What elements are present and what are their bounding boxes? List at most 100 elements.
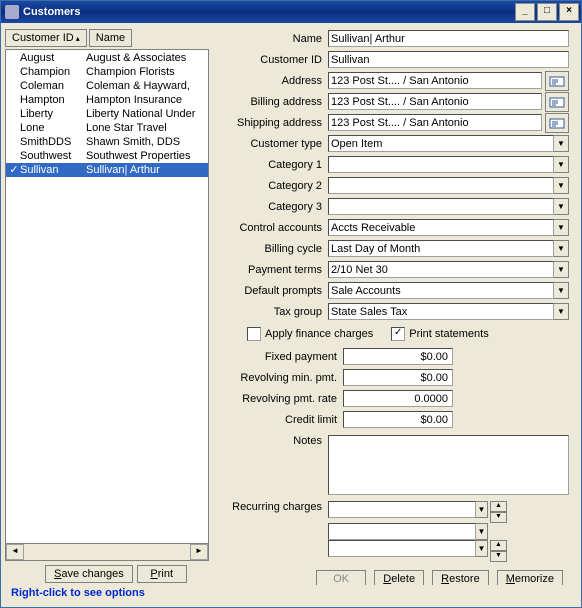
payment-terms-dropdown-icon[interactable]: ▼ <box>554 261 569 278</box>
billing-cycle-input[interactable] <box>328 240 554 257</box>
client-area: Customer ID ▴ Name AugustAugust & Associ… <box>1 23 581 607</box>
recurring-up-button[interactable]: ▲ <box>490 501 507 512</box>
list-item[interactable]: AugustAugust & Associates <box>6 51 208 65</box>
list-name: Champion Florists <box>86 65 206 79</box>
print-list-button[interactable]: Print <box>137 565 187 583</box>
category1-combo[interactable]: ▼ <box>328 156 569 173</box>
list-item[interactable]: ChampionChampion Florists <box>6 65 208 79</box>
billing-detail-button[interactable] <box>545 92 569 112</box>
customer-type-input[interactable] <box>328 135 554 152</box>
recurring-charge-2-combo[interactable]: ▼ <box>328 523 488 540</box>
revolving-rate-field[interactable] <box>343 390 453 407</box>
customer-id-label: Customer ID <box>217 54 328 66</box>
recurring-charge-3-dropdown-icon[interactable]: ▼ <box>476 540 488 557</box>
maximize-button[interactable]: □ <box>537 3 557 21</box>
control-accounts-input[interactable] <box>328 219 554 236</box>
credit-limit-label: Credit limit <box>217 414 343 426</box>
tax-group-dropdown-icon[interactable]: ▼ <box>554 303 569 320</box>
list-item[interactable]: HamptonHampton Insurance <box>6 93 208 107</box>
credit-limit-field[interactable] <box>343 411 453 428</box>
minimize-button[interactable]: _ <box>515 3 535 21</box>
category3-combo[interactable]: ▼ <box>328 198 569 215</box>
recurring-down-button[interactable]: ▼ <box>490 512 507 523</box>
scroll-left-button[interactable]: ◄ <box>6 544 24 560</box>
address-field[interactable] <box>328 72 542 89</box>
billing-cycle-dropdown-icon[interactable]: ▼ <box>554 240 569 257</box>
customer-list-pane: Customer ID ▴ Name AugustAugust & Associ… <box>5 27 209 585</box>
header-customer-id-label: Customer ID <box>12 32 74 44</box>
category2-dropdown-icon[interactable]: ▼ <box>554 177 569 194</box>
header-customer-id[interactable]: Customer ID ▴ <box>5 29 87 47</box>
customers-window: Customers _ □ × Customer ID ▴ Name Augus… <box>0 0 582 608</box>
list-item[interactable]: SouthwestSouthwest Properties <box>6 149 208 163</box>
payment-terms-combo[interactable]: ▼ <box>328 261 569 278</box>
scroll-right-button[interactable]: ► <box>190 544 208 560</box>
recurring-charge-2-input[interactable] <box>328 523 476 540</box>
shipping-address-field[interactable] <box>328 114 542 131</box>
restore-button[interactable]: Restore <box>432 570 489 585</box>
recurring-charge-3-combo[interactable]: ▼ <box>328 540 488 562</box>
checkmark-icon <box>8 79 20 93</box>
revolving-min-field[interactable] <box>343 369 453 386</box>
tax-group-combo[interactable]: ▼ <box>328 303 569 320</box>
category1-input[interactable] <box>328 156 554 173</box>
list-name: Hampton Insurance <box>86 93 206 107</box>
close-button[interactable]: × <box>559 3 579 21</box>
category1-label: Category 1 <box>217 159 328 171</box>
recurring-down2-button[interactable]: ▼ <box>490 551 507 562</box>
billing-address-field[interactable] <box>328 93 542 110</box>
list-item[interactable]: ✓SullivanSullivan| Arthur <box>6 163 208 177</box>
title-bar[interactable]: Customers _ □ × <box>1 1 581 23</box>
notes-field[interactable] <box>328 435 569 495</box>
list-name: Southwest Properties <box>86 149 206 163</box>
default-prompts-dropdown-icon[interactable]: ▼ <box>554 282 569 299</box>
shipping-detail-button[interactable] <box>545 113 569 133</box>
recurring-charge-1-input[interactable] <box>328 501 476 518</box>
list-id: Liberty <box>20 107 86 121</box>
horizontal-scrollbar[interactable]: ◄ ► <box>5 544 209 561</box>
control-accounts-dropdown-icon[interactable]: ▼ <box>554 219 569 236</box>
delete-button[interactable]: Delete <box>374 570 424 585</box>
checkmark-icon <box>8 51 20 65</box>
ok-button[interactable]: OK <box>316 570 366 585</box>
category1-dropdown-icon[interactable]: ▼ <box>554 156 569 173</box>
customer-list[interactable]: AugustAugust & AssociatesChampionChampio… <box>5 49 209 544</box>
tax-group-input[interactable] <box>328 303 554 320</box>
recurring-up2-button[interactable]: ▲ <box>490 540 507 551</box>
billing-cycle-combo[interactable]: ▼ <box>328 240 569 257</box>
category2-input[interactable] <box>328 177 554 194</box>
name-field[interactable] <box>328 30 569 47</box>
list-item[interactable]: ColemanColeman & Hayward, <box>6 79 208 93</box>
fixed-payment-label: Fixed payment <box>217 351 343 363</box>
list-item[interactable] <box>6 177 208 191</box>
recurring-charge-3-input[interactable] <box>328 540 476 557</box>
recurring-charge-2-dropdown-icon[interactable]: ▼ <box>476 523 488 540</box>
list-item[interactable]: SmithDDSShawn Smith, DDS <box>6 135 208 149</box>
customer-type-label: Customer type <box>217 138 328 150</box>
memorize-button[interactable]: Memorize <box>497 570 563 585</box>
customer-type-dropdown-icon[interactable]: ▼ <box>554 135 569 152</box>
category3-input[interactable] <box>328 198 554 215</box>
list-item[interactable]: LoneLone Star Travel <box>6 121 208 135</box>
recurring-charge-1-combo[interactable]: ▼ <box>328 501 488 523</box>
category2-combo[interactable]: ▼ <box>328 177 569 194</box>
list-id: Lone <box>20 121 86 135</box>
apply-finance-charges-checkbox[interactable]: Apply finance charges <box>247 327 373 341</box>
checkmark-icon <box>8 93 20 107</box>
control-accounts-combo[interactable]: ▼ <box>328 219 569 236</box>
customer-id-field[interactable] <box>328 51 569 68</box>
payment-terms-input[interactable] <box>328 261 554 278</box>
list-item[interactable]: LibertyLiberty National Under <box>6 107 208 121</box>
fixed-payment-field[interactable] <box>343 348 453 365</box>
category3-dropdown-icon[interactable]: ▼ <box>554 198 569 215</box>
print-statements-checkbox[interactable]: ✓Print statements <box>391 327 488 341</box>
default-prompts-combo[interactable]: ▼ <box>328 282 569 299</box>
customer-type-combo[interactable]: ▼ <box>328 135 569 152</box>
default-prompts-input[interactable] <box>328 282 554 299</box>
save-changes-button[interactable]: Save changes <box>45 565 133 583</box>
recurring-charge-1-dropdown-icon[interactable]: ▼ <box>476 501 488 518</box>
header-name[interactable]: Name <box>89 29 132 47</box>
sort-asc-icon: ▴ <box>76 34 80 43</box>
address-label: Address <box>217 75 328 87</box>
address-detail-button[interactable] <box>545 71 569 91</box>
